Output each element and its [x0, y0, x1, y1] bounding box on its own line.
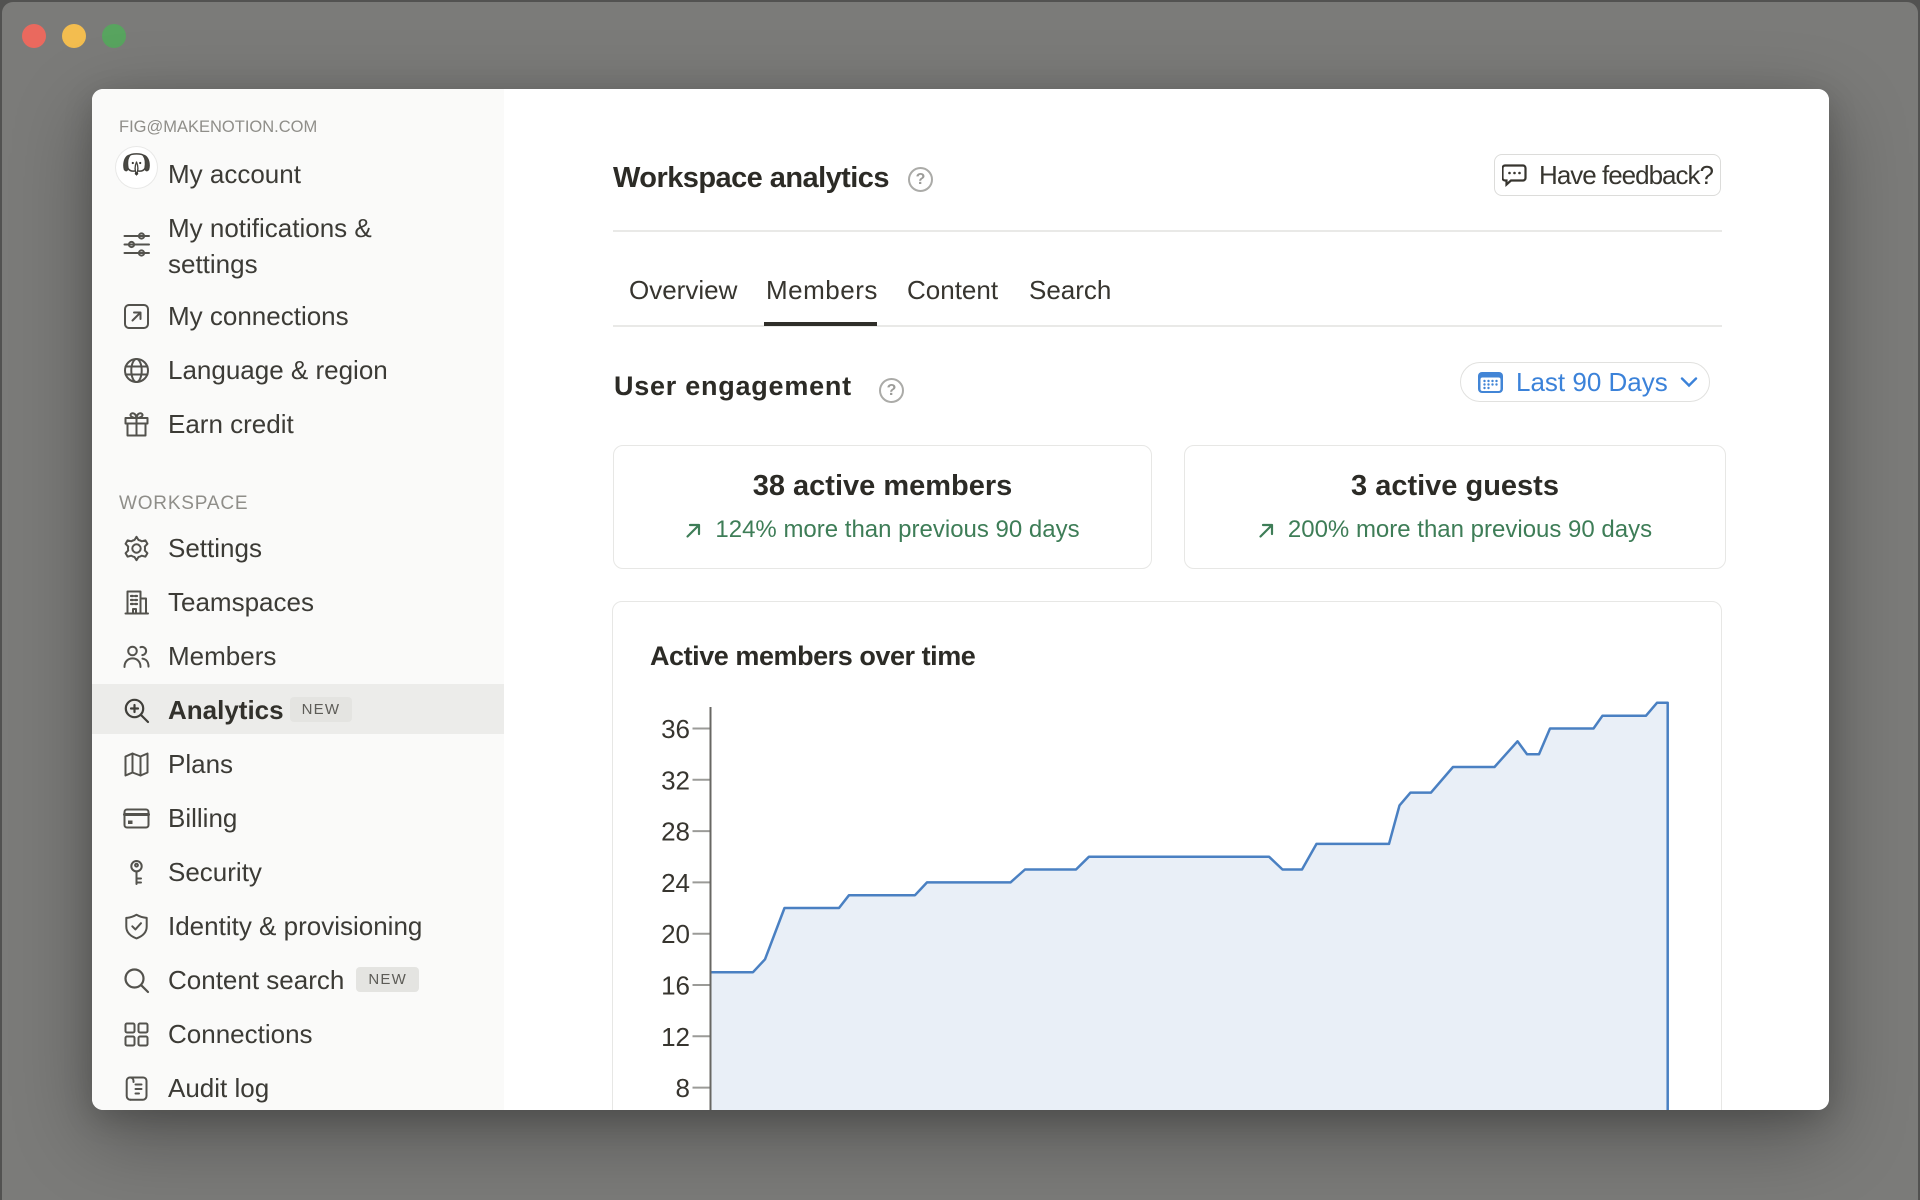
svg-text:32: 32: [661, 765, 690, 795]
svg-text:24: 24: [661, 868, 690, 898]
svg-text:16: 16: [661, 971, 690, 1001]
svg-text:12: 12: [661, 1022, 690, 1052]
svg-text:8: 8: [676, 1073, 690, 1103]
svg-text:36: 36: [661, 714, 690, 744]
svg-text:20: 20: [661, 919, 690, 949]
svg-text:28: 28: [661, 817, 690, 847]
